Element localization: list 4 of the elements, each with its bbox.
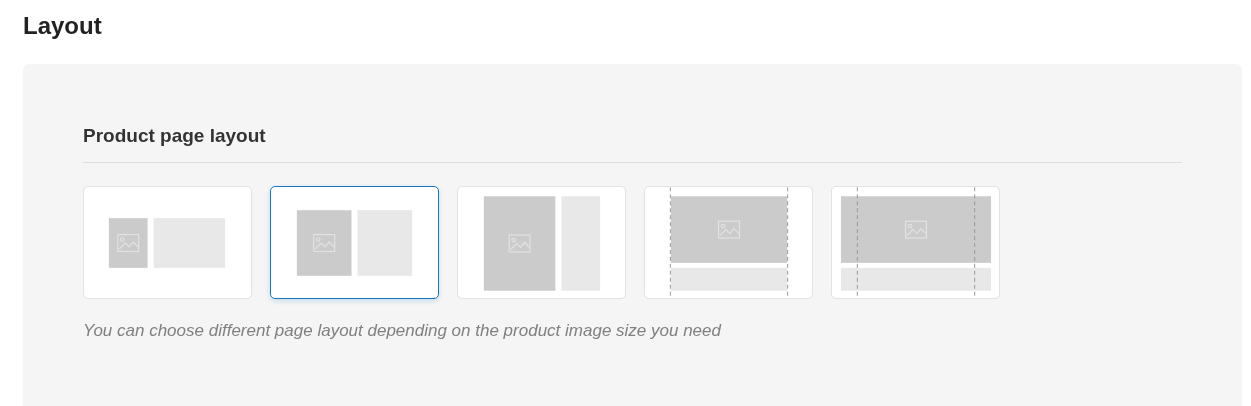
layout-option[interactable] [270, 186, 439, 299]
section-heading: Product page layout [83, 124, 267, 148]
page-title: Layout [23, 12, 103, 40]
help-text: You can choose different page layout depending on the product image size you need [83, 320, 723, 342]
